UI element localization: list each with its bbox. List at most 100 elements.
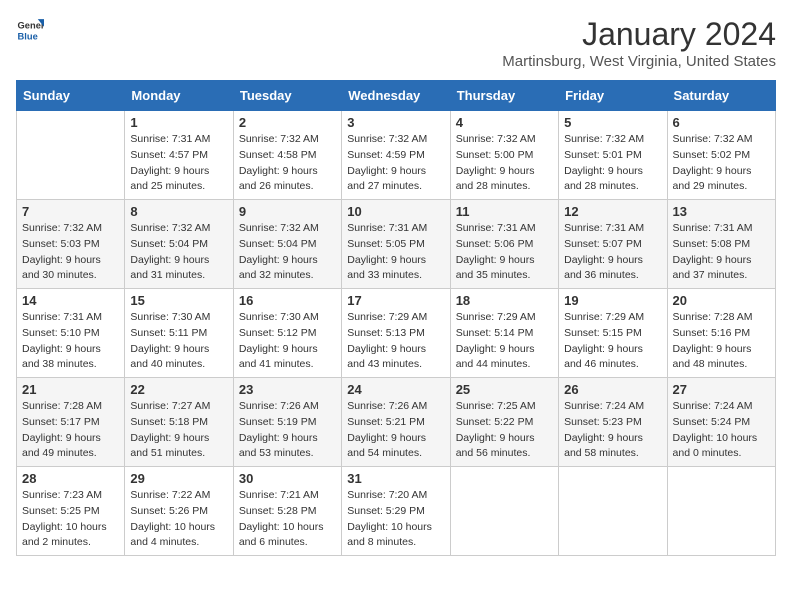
- day-number: 25: [456, 382, 553, 397]
- day-number: 3: [347, 115, 444, 130]
- calendar-cell: 7 Sunrise: 7:32 AMSunset: 5:03 PMDaylight…: [17, 200, 125, 289]
- calendar-cell: 5 Sunrise: 7:32 AMSunset: 5:01 PMDaylight…: [559, 111, 667, 200]
- cell-info: Sunrise: 7:26 AMSunset: 5:19 PMDaylight:…: [239, 399, 336, 462]
- cell-info: Sunrise: 7:25 AMSunset: 5:22 PMDaylight:…: [456, 399, 553, 462]
- cell-info: Sunrise: 7:28 AMSunset: 5:17 PMDaylight:…: [22, 399, 119, 462]
- day-number: 18: [456, 293, 553, 308]
- dow-header: Thursday: [450, 81, 558, 111]
- day-number: 10: [347, 204, 444, 219]
- calendar-cell: 8Sunrise: 7:32 AMSunset: 5:04 PMDaylight…: [125, 200, 233, 289]
- svg-text:Blue: Blue: [18, 31, 38, 41]
- day-number: 17: [347, 293, 444, 308]
- cell-info: Sunrise: 7:20 AMSunset: 5:29 PMDaylight:…: [347, 488, 444, 551]
- cell-info: Sunrise: 7:32 AMSunset: 5:02 PMDaylight:…: [673, 132, 770, 195]
- cell-info: Sunrise: 7:24 AMSunset: 5:24 PMDaylight:…: [673, 399, 770, 462]
- day-number: 9: [239, 204, 336, 219]
- calendar-cell: 10 Sunrise: 7:31 AMSunset: 5:05 PMDayligh…: [342, 200, 450, 289]
- day-number: 29: [130, 471, 227, 486]
- calendar-cell: 24 Sunrise: 7:26 AMSunset: 5:21 PMDayligh…: [342, 378, 450, 467]
- calendar-cell: 9 Sunrise: 7:32 AMSunset: 5:04 PMDaylight…: [233, 200, 341, 289]
- day-number: 4: [456, 115, 553, 130]
- day-number: 20: [673, 293, 770, 308]
- calendar-cell: 12 Sunrise: 7:31 AMSunset: 5:07 PMDayligh…: [559, 200, 667, 289]
- day-number: 21: [22, 382, 119, 397]
- cell-info: Sunrise: 7:32 AMSunset: 5:01 PMDaylight:…: [564, 132, 661, 195]
- cell-info: Sunrise: 7:32 AMSunset: 5:04 PMDaylight:…: [130, 221, 227, 284]
- dow-header: Friday: [559, 81, 667, 111]
- calendar-week-row: 1 Sunrise: 7:31 AMSunset: 4:57 PMDaylight…: [17, 111, 776, 200]
- day-number: 19: [564, 293, 661, 308]
- cell-info: Sunrise: 7:31 AMSunset: 5:10 PMDaylight:…: [22, 310, 119, 373]
- dow-header: Monday: [125, 81, 233, 111]
- calendar-cell: 17 Sunrise: 7:29 AMSunset: 5:13 PMDayligh…: [342, 289, 450, 378]
- dow-header: Saturday: [667, 81, 775, 111]
- svg-text:General: General: [18, 20, 44, 30]
- cell-info: Sunrise: 7:31 AMSunset: 4:57 PMDaylight:…: [130, 132, 227, 195]
- calendar-cell: 23Sunrise: 7:26 AMSunset: 5:19 PMDayligh…: [233, 378, 341, 467]
- calendar-cell: 11 Sunrise: 7:31 AMSunset: 5:06 PMDayligh…: [450, 200, 558, 289]
- title-area: January 2024 Martinsburg, West Virginia,…: [502, 16, 776, 70]
- cell-info: Sunrise: 7:32 AMSunset: 5:00 PMDaylight:…: [456, 132, 553, 195]
- calendar-cell: 3Sunrise: 7:32 AMSunset: 4:59 PMDaylight…: [342, 111, 450, 200]
- calendar-cell: 2Sunrise: 7:32 AMSunset: 4:58 PMDaylight…: [233, 111, 341, 200]
- calendar-cell: [559, 467, 667, 556]
- calendar-cell: 31Sunrise: 7:20 AMSunset: 5:29 PMDayligh…: [342, 467, 450, 556]
- calendar-cell: 22 Sunrise: 7:27 AMSunset: 5:18 PMDayligh…: [125, 378, 233, 467]
- cell-info: Sunrise: 7:31 AMSunset: 5:05 PMDaylight:…: [347, 221, 444, 284]
- day-number: 7: [22, 204, 119, 219]
- calendar-cell: 16 Sunrise: 7:30 AMSunset: 5:12 PMDayligh…: [233, 289, 341, 378]
- cell-info: Sunrise: 7:29 AMSunset: 5:13 PMDaylight:…: [347, 310, 444, 373]
- calendar-cell: 30Sunrise: 7:21 AMSunset: 5:28 PMDayligh…: [233, 467, 341, 556]
- cell-info: Sunrise: 7:31 AMSunset: 5:06 PMDaylight:…: [456, 221, 553, 284]
- month-title: January 2024: [502, 16, 776, 53]
- day-number: 28: [22, 471, 119, 486]
- calendar-cell: 20 Sunrise: 7:28 AMSunset: 5:16 PMDayligh…: [667, 289, 775, 378]
- header: General Blue January 2024 Martinsburg, W…: [16, 16, 776, 70]
- logo-icon: General Blue: [16, 16, 44, 44]
- day-number: 16: [239, 293, 336, 308]
- calendar-cell: 13 Sunrise: 7:31 AMSunset: 5:08 PMDayligh…: [667, 200, 775, 289]
- day-number: 11: [456, 204, 553, 219]
- day-number: 12: [564, 204, 661, 219]
- day-number: 24: [347, 382, 444, 397]
- calendar-cell: 26 Sunrise: 7:24 AMSunset: 5:23 PMDayligh…: [559, 378, 667, 467]
- day-number: 27: [673, 382, 770, 397]
- cell-info: Sunrise: 7:21 AMSunset: 5:28 PMDaylight:…: [239, 488, 336, 551]
- day-number: 5: [564, 115, 661, 130]
- cell-info: Sunrise: 7:22 AMSunset: 5:26 PMDaylight:…: [130, 488, 227, 551]
- cell-info: Sunrise: 7:29 AMSunset: 5:15 PMDaylight:…: [564, 310, 661, 373]
- calendar-cell: 19 Sunrise: 7:29 AMSunset: 5:15 PMDayligh…: [559, 289, 667, 378]
- calendar-body: 1 Sunrise: 7:31 AMSunset: 4:57 PMDaylight…: [17, 111, 776, 556]
- calendar-cell: 14Sunrise: 7:31 AMSunset: 5:10 PMDayligh…: [17, 289, 125, 378]
- cell-info: Sunrise: 7:27 AMSunset: 5:18 PMDaylight:…: [130, 399, 227, 462]
- calendar-cell: [667, 467, 775, 556]
- cell-info: Sunrise: 7:24 AMSunset: 5:23 PMDaylight:…: [564, 399, 661, 462]
- cell-info: Sunrise: 7:32 AMSunset: 5:03 PMDaylight:…: [22, 221, 119, 284]
- calendar-cell: 27 Sunrise: 7:24 AMSunset: 5:24 PMDayligh…: [667, 378, 775, 467]
- calendar-cell: 28Sunrise: 7:23 AMSunset: 5:25 PMDayligh…: [17, 467, 125, 556]
- calendar-week-row: 14Sunrise: 7:31 AMSunset: 5:10 PMDayligh…: [17, 289, 776, 378]
- day-number: 1: [130, 115, 227, 130]
- cell-info: Sunrise: 7:30 AMSunset: 5:11 PMDaylight:…: [130, 310, 227, 373]
- cell-info: Sunrise: 7:31 AMSunset: 5:08 PMDaylight:…: [673, 221, 770, 284]
- day-number: 26: [564, 382, 661, 397]
- day-number: 6: [673, 115, 770, 130]
- day-number: 22: [130, 382, 227, 397]
- logo: General Blue: [16, 16, 44, 44]
- cell-info: Sunrise: 7:32 AMSunset: 5:04 PMDaylight:…: [239, 221, 336, 284]
- cell-info: Sunrise: 7:26 AMSunset: 5:21 PMDaylight:…: [347, 399, 444, 462]
- calendar-cell: 4 Sunrise: 7:32 AMSunset: 5:00 PMDaylight…: [450, 111, 558, 200]
- calendar-cell: 29 Sunrise: 7:22 AMSunset: 5:26 PMDayligh…: [125, 467, 233, 556]
- dow-header: Sunday: [17, 81, 125, 111]
- dow-header: Tuesday: [233, 81, 341, 111]
- calendar-cell: 1 Sunrise: 7:31 AMSunset: 4:57 PMDaylight…: [125, 111, 233, 200]
- calendar-cell: [450, 467, 558, 556]
- day-number: 13: [673, 204, 770, 219]
- cell-info: Sunrise: 7:31 AMSunset: 5:07 PMDaylight:…: [564, 221, 661, 284]
- calendar-cell: 15Sunrise: 7:30 AMSunset: 5:11 PMDayligh…: [125, 289, 233, 378]
- calendar-cell: 18Sunrise: 7:29 AMSunset: 5:14 PMDayligh…: [450, 289, 558, 378]
- cell-info: Sunrise: 7:28 AMSunset: 5:16 PMDaylight:…: [673, 310, 770, 373]
- day-number: 2: [239, 115, 336, 130]
- calendar-cell: 6 Sunrise: 7:32 AMSunset: 5:02 PMDaylight…: [667, 111, 775, 200]
- cell-info: Sunrise: 7:30 AMSunset: 5:12 PMDaylight:…: [239, 310, 336, 373]
